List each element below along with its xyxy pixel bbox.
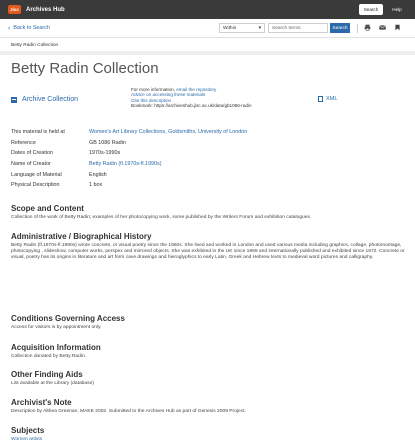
- detail-row-dates: Dates of Creation 1970s-1990s: [11, 148, 401, 159]
- section-heading: Conditions Governing Access: [11, 314, 125, 323]
- within-select-value: Within: [223, 25, 237, 31]
- xml-link[interactable]: XML: [318, 96, 338, 102]
- section-heading: Archivist's Note: [11, 398, 72, 407]
- breadcrumb: Betty Radin Collection: [11, 43, 59, 48]
- details-table: This material is held at Women's Art Lib…: [11, 127, 401, 191]
- section-text: Collection of the work of Betty Radin; e…: [11, 215, 312, 220]
- page-title: Betty Radin Collection: [11, 60, 159, 77]
- detail-label: Reference: [11, 139, 36, 146]
- section-heading: Other Finding Aids: [11, 370, 83, 379]
- detail-value: 1 box: [89, 182, 103, 189]
- section-text: Betty Radin (fl.1970s-fl.1990s) wrote co…: [11, 243, 405, 261]
- email-icon[interactable]: [379, 24, 386, 33]
- section-admin-history: Administrative / Biographical History Be…: [11, 232, 406, 262]
- detail-row-language: Language of Material English: [11, 169, 401, 180]
- search-input[interactable]: Search terms: [268, 23, 328, 33]
- detail-label: Name of Creator: [11, 161, 51, 168]
- section-heading: Administrative / Biographical History: [11, 232, 152, 241]
- email-repository-link[interactable]: email the repository: [176, 87, 216, 92]
- section-acquisition: Acquisition Information Collection donat…: [11, 343, 101, 360]
- held-at-link[interactable]: Women's Art Library Collections, Goldsmi…: [89, 129, 247, 135]
- section-text: Collection donated by Betty Radin.: [11, 354, 87, 359]
- section-finding-aids: Other Finding Aids List available at the…: [11, 370, 94, 387]
- top-bar: Jisc Archives Hub Search Help: [0, 0, 415, 19]
- archive-box-icon: [11, 96, 17, 103]
- section-text: List available at the Library (database): [11, 381, 94, 386]
- site-title[interactable]: Archives Hub: [26, 7, 65, 13]
- detail-label: Dates of Creation: [11, 150, 53, 157]
- detail-value: 1970s-1990s: [89, 150, 121, 157]
- detail-label: Physical Description: [11, 182, 60, 189]
- chevron-left-icon: ‹: [8, 24, 11, 32]
- more-info-panel: For more information, email the reposito…: [131, 87, 252, 109]
- section-heading: Scope and Content: [11, 204, 84, 213]
- jisc-logo[interactable]: Jisc: [8, 5, 21, 14]
- section-scope: Scope and Content Collection of the work…: [11, 204, 311, 221]
- header-help-button[interactable]: Help: [387, 4, 407, 15]
- section-text: Description by Althea Greenan, MAKE 2002…: [11, 409, 246, 414]
- creator-link[interactable]: Betty Radin (fl.1970s-fl.1990s): [89, 161, 162, 167]
- detail-row-held-at: This material is held at Women's Art Lib…: [11, 127, 401, 138]
- archive-collection-label: Archive Collection: [22, 96, 79, 103]
- detail-row-creator: Name of Creator Betty Radin (fl.1970s-fl…: [11, 159, 401, 170]
- print-icon[interactable]: [364, 24, 371, 33]
- document-icon: [318, 96, 323, 102]
- section-heading: Subjects: [11, 426, 45, 435]
- toolbar: ‹ Back to Search Within ▾ Search terms S…: [0, 19, 415, 38]
- detail-label: This material is held at: [11, 129, 65, 136]
- search-submit-button[interactable]: Search: [330, 23, 350, 33]
- detail-value: GB 1086 Radin: [89, 139, 126, 146]
- bookmark-url[interactable]: https://archiveshub.jisc.ac.uk/data/gb10…: [154, 103, 251, 108]
- subject-link[interactable]: Women artists: [11, 437, 42, 442]
- bookmark-label: Bookmark:: [131, 103, 155, 109]
- toolbar-divider: [357, 24, 358, 33]
- detail-row-physical: Physical Description 1 box: [11, 180, 401, 191]
- section-conditions: Conditions Governing Access Access for v…: [11, 314, 125, 331]
- back-to-search-label: Back to Search: [13, 25, 50, 31]
- header-search-button[interactable]: Search: [359, 4, 383, 15]
- chevron-down-icon: ▾: [258, 25, 261, 31]
- section-text: Access for visitors is by appointment on…: [11, 325, 102, 330]
- divider-bar: [0, 51, 415, 55]
- xml-label: XML: [326, 96, 338, 102]
- within-select[interactable]: Within ▾: [219, 23, 265, 33]
- section-subjects: Subjects Women artists: [11, 426, 44, 443]
- detail-row-reference: Reference GB 1086 Radin: [11, 138, 401, 149]
- more-info-prefix: For more information,: [131, 87, 177, 92]
- archive-collection-link[interactable]: Archive Collection: [11, 96, 78, 103]
- section-archivist-note: Archivist's Note Description by Althea G…: [11, 398, 246, 415]
- section-heading: Acquisition Information: [11, 343, 101, 352]
- back-to-search-link[interactable]: ‹ Back to Search: [8, 25, 50, 32]
- bookmark-icon[interactable]: [394, 24, 401, 33]
- detail-label: Language of Material: [11, 171, 62, 178]
- detail-value: English: [89, 171, 107, 178]
